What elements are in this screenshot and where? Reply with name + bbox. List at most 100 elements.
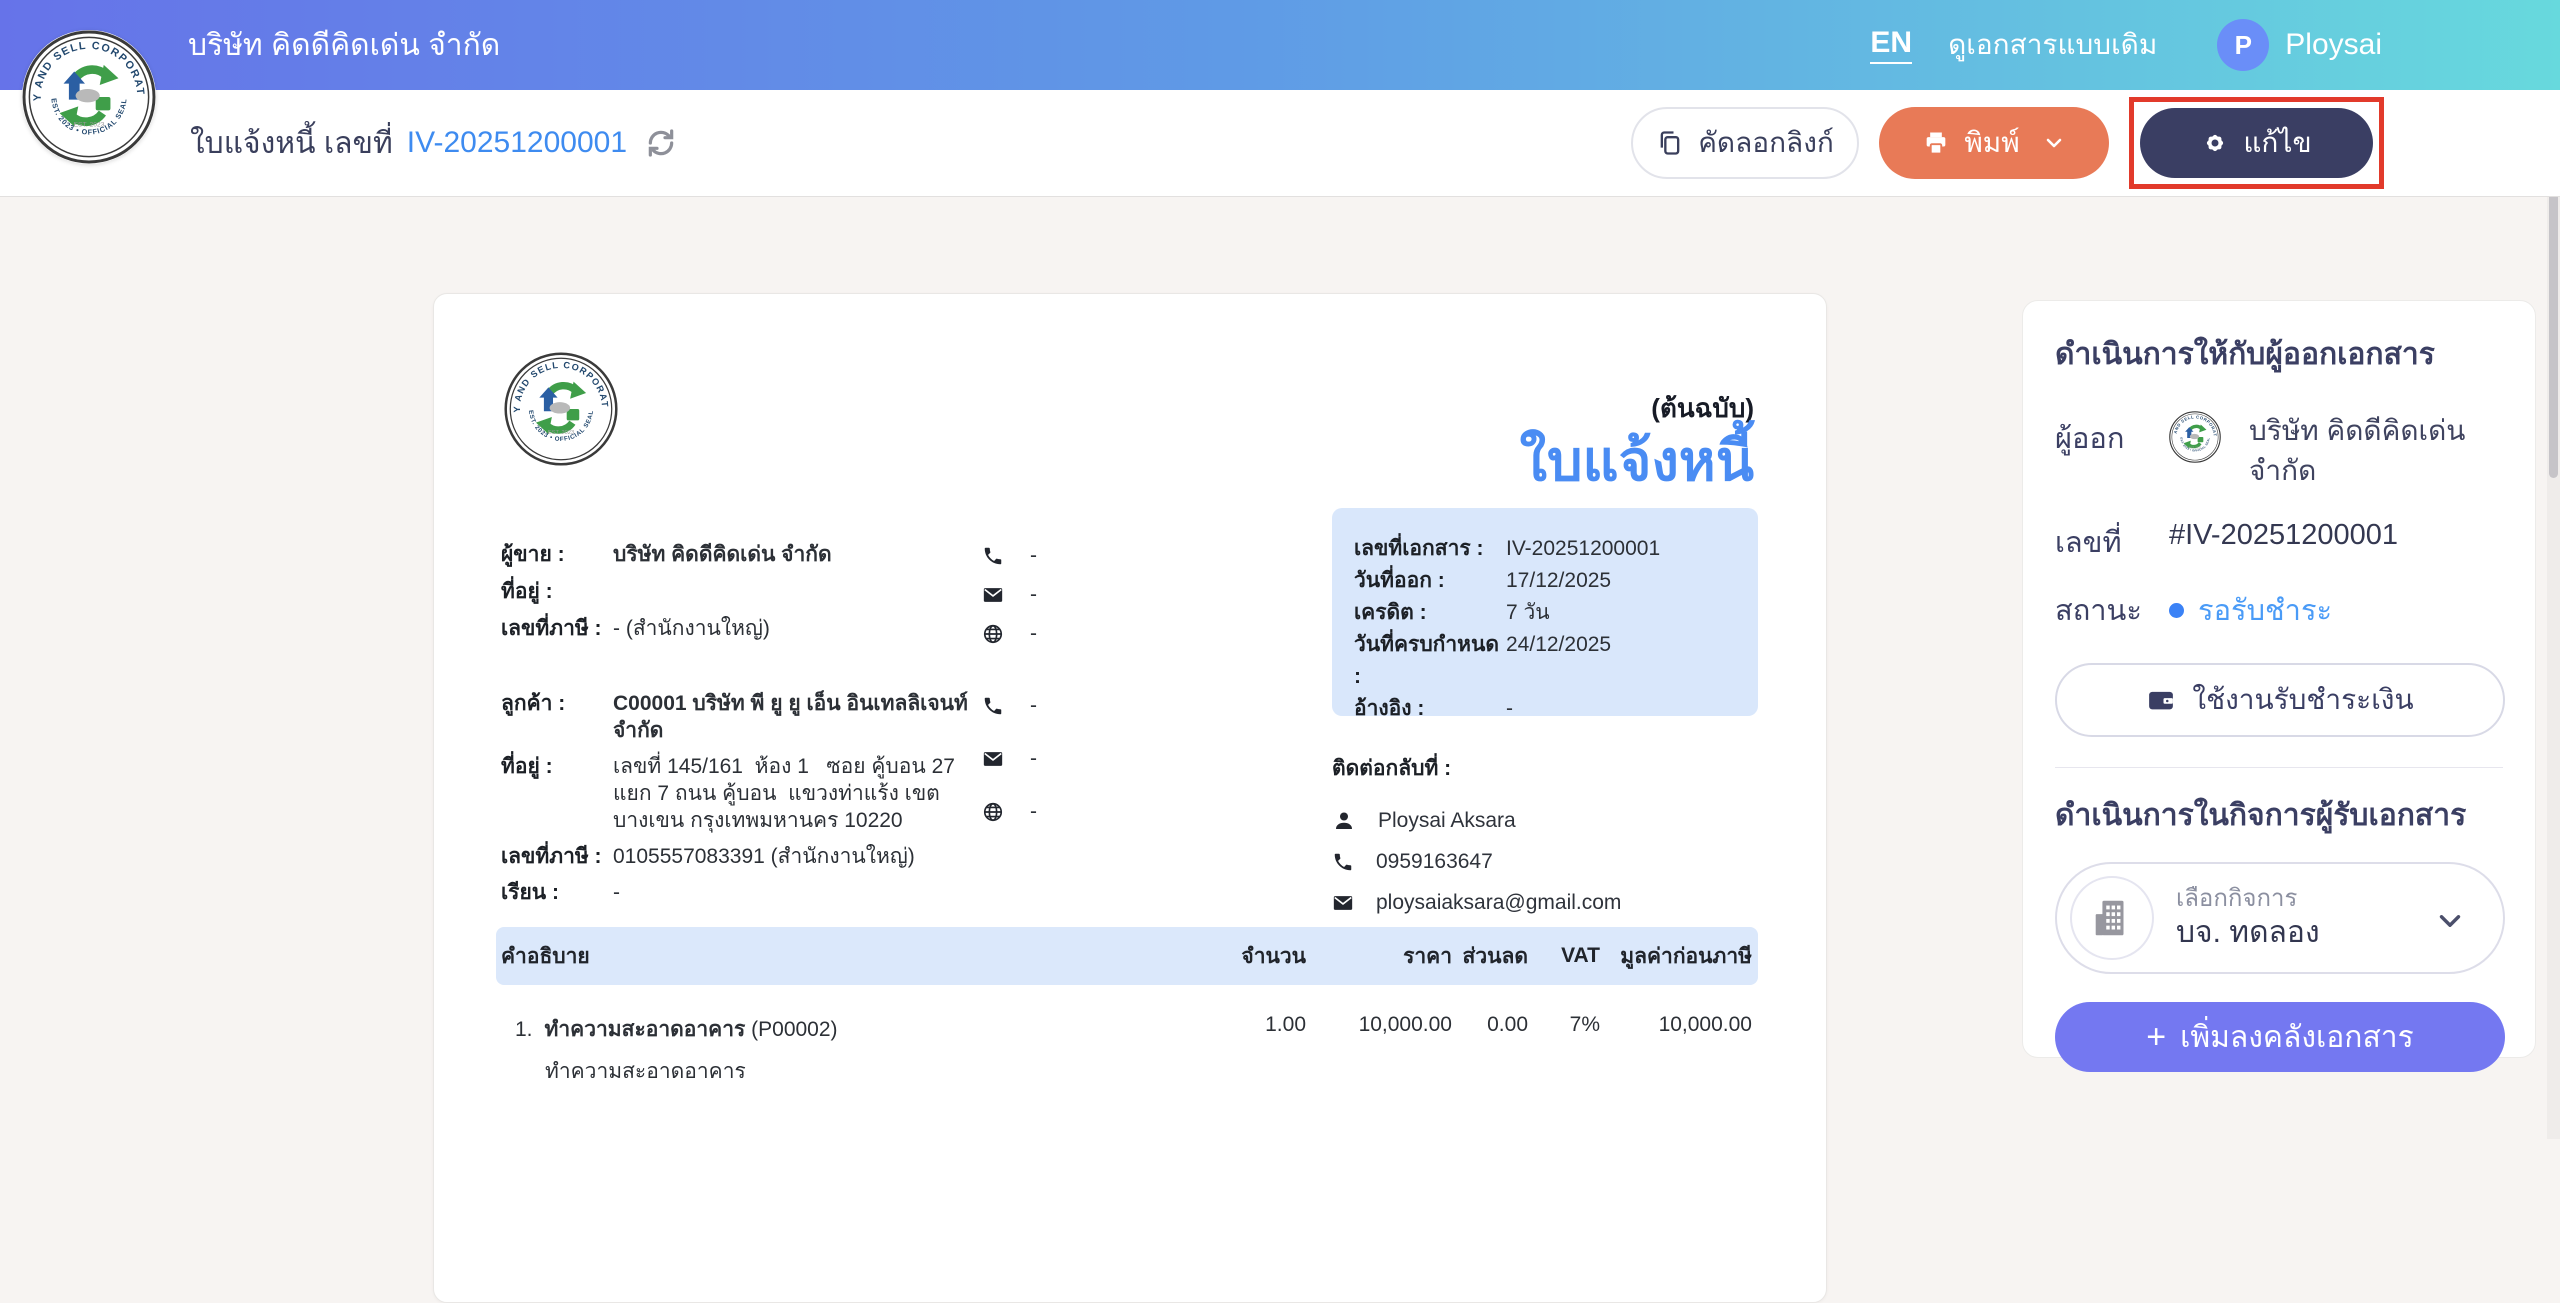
refresh-icon[interactable] xyxy=(645,127,677,159)
business-select-value: บจ. ทดลอง xyxy=(2176,914,2320,952)
status-row: สถานะ รอรับชำระ xyxy=(2055,583,2503,633)
credit-value: 7 วัน xyxy=(1506,597,1550,629)
avatar[interactable]: P xyxy=(2217,19,2269,71)
highlight-box: แก้ไข xyxy=(2129,97,2384,189)
edit-button[interactable]: แก้ไข xyxy=(2140,108,2373,178)
contact-back-heading: ติดต่อกลับที่ : xyxy=(1332,752,1621,785)
item-discount: 0.00 xyxy=(1452,1013,1528,1037)
customer-contact-column: - - - xyxy=(982,694,1037,853)
printer-icon xyxy=(1922,129,1950,157)
customer-block: ลูกค้า : C00001 บริษัท พี ยู ยู เอ็น อิน… xyxy=(501,690,971,915)
edit-label: แก้ไข xyxy=(2243,121,2311,165)
item-quantity: 1.00 xyxy=(1160,1013,1306,1037)
item-description: ทำความสะอาดอาคาร xyxy=(501,1055,1160,1088)
person-icon xyxy=(1332,809,1356,833)
issuer-row: ผู้ออก บริษัท คิดดีคิดเด่น จำกัด xyxy=(2055,411,2503,491)
issue-date-label: วันที่ออก : xyxy=(1354,565,1506,597)
seller-block: ผู้ขาย : บริษัท คิดดีคิดเด่น จำกัด ที่อย… xyxy=(501,541,971,652)
invoice-title: ใบแจ้งหนี้ xyxy=(1520,416,1754,505)
seller-email: - xyxy=(1030,583,1037,607)
due-date-value: 24/12/2025 xyxy=(1506,629,1611,693)
number-label: เลขที่ xyxy=(2055,515,2169,565)
contact-back-block: ติดต่อกลับที่ : Ploysai Aksara 095916364… xyxy=(1332,752,1621,932)
print-label: พิมพ์ xyxy=(1964,121,2019,165)
document-type-label: ใบแจ้งหนี้ เลขที่ xyxy=(190,120,393,167)
company-logo xyxy=(22,30,156,164)
item-code: (P00002) xyxy=(751,1018,837,1041)
print-dropdown-chevron-icon[interactable] xyxy=(2042,131,2066,155)
col-discount: ส่วนลด xyxy=(1452,940,1528,973)
customer-tax-id: 0105557083391 (สำนักงานใหญ่) xyxy=(613,843,971,870)
status-text: รอรับชำระ xyxy=(2198,587,2332,633)
item-price: 10,000.00 xyxy=(1306,1013,1452,1037)
app-header: บริษัท คิดดีคิดเด่น จำกัด EN ดูเอกสารแบบ… xyxy=(0,0,2560,90)
seller-phone: - xyxy=(1030,544,1037,568)
table-header-row: คำอธิบาย จำนวน ราคา ส่วนลด VAT มูลค่าก่อ… xyxy=(496,927,1758,985)
business-select-texts: เลือกกิจการ บจ. ทดลอง xyxy=(2176,884,2320,952)
issuer-logo xyxy=(2169,411,2221,463)
invoice-seller-logo xyxy=(504,352,618,466)
seller-label: ผู้ขาย : xyxy=(501,541,613,568)
envelope-icon xyxy=(982,584,1004,606)
customer-phone: - xyxy=(1030,694,1037,718)
customer-email: - xyxy=(1030,747,1037,771)
use-payment-label: ใช้งานรับชำระเงิน xyxy=(2192,678,2413,722)
col-price: ราคา xyxy=(1306,940,1452,973)
contact-phone: 0959163647 xyxy=(1376,850,1493,874)
header-company-name: บริษัท คิดดีคิดเด่น จำกัด xyxy=(188,0,500,90)
receiver-section-heading: ดำเนินการในกิจการผู้รับเอกสาร xyxy=(2055,796,2503,836)
status-label: สถานะ xyxy=(2055,583,2169,633)
line-items-table: คำอธิบาย จำนวน ราคา ส่วนลด VAT มูลค่าก่อ… xyxy=(496,927,1758,1088)
customer-address-label: ที่อยู่ : xyxy=(501,753,613,834)
item-vat: 7% xyxy=(1528,1013,1600,1037)
seller-address-label: ที่อยู่ : xyxy=(501,578,613,605)
copy-link-button[interactable]: คัดลอกลิงก์ xyxy=(1631,107,1859,179)
user-menu[interactable]: P Ploysai xyxy=(2217,19,2382,71)
contact-person-name: Ploysai Aksara xyxy=(1378,809,1516,833)
col-amount: มูลค่าก่อนภาษี xyxy=(1600,940,1752,973)
view-original-link[interactable]: ดูเอกสารแบบเดิม xyxy=(1948,23,2157,67)
business-select[interactable]: เลือกกิจการ บจ. ทดลอง xyxy=(2055,862,2505,974)
issuer-name: บริษัท คิดดีคิดเด่น จำกัด xyxy=(2249,411,2499,491)
status-badge[interactable]: รอรับชำระ xyxy=(2169,583,2332,633)
customer-tax-id-label: เลขที่ภาษี : xyxy=(501,843,613,870)
use-payment-button[interactable]: ใช้งานรับชำระเงิน xyxy=(2055,663,2505,737)
credit-label: เครดิต : xyxy=(1354,597,1506,629)
document-toolbar: ใบแจ้งหนี้ เลขที่ IV-20251200001 คัดลอกล… xyxy=(0,90,2560,197)
actions-sidebar: ดำเนินการให้กับผู้ออกเอกสาร ผู้ออก บริษั… xyxy=(2022,300,2536,1058)
customer-name: C00001 บริษัท พี ยู ยู เอ็น อินเทลลิเจนท… xyxy=(613,690,971,744)
copy-link-label: คัดลอกลิงก์ xyxy=(1698,121,1834,165)
language-toggle[interactable]: EN xyxy=(1870,26,1912,64)
issue-date-value: 17/12/2025 xyxy=(1506,565,1611,597)
invoice-document: (ต้นฉบับ) ใบแจ้งหนี้ ผู้ขาย : บริษัท คิด… xyxy=(433,293,1827,1303)
sidebar-doc-number: #IV-20251200001 xyxy=(2169,515,2398,552)
due-date-label: วันที่ครบกำหนด : xyxy=(1354,629,1506,693)
attention-label: เรียน : xyxy=(501,879,613,906)
seller-website: - xyxy=(1030,622,1037,646)
issuer-section-heading: ดำเนินการให้กับผู้ออกเอกสาร xyxy=(2055,335,2503,375)
copy-icon xyxy=(1656,129,1684,157)
building-icon xyxy=(2070,876,2154,960)
add-to-document-vault-button[interactable]: + เพิ่มลงคลังเอกสาร xyxy=(2055,1002,2505,1072)
sidebar-divider xyxy=(2055,767,2503,768)
customer-label: ลูกค้า : xyxy=(501,690,613,744)
col-quantity: จำนวน xyxy=(1160,940,1306,973)
customer-address: เลขที่ 145/161 ห้อง 1 ซอย คู้บอน 27 แยก … xyxy=(613,753,971,834)
scrollbar-track[interactable] xyxy=(2547,90,2560,1139)
document-number-link[interactable]: IV-20251200001 xyxy=(407,126,627,160)
seller-name: บริษัท คิดดีคิดเด่น จำกัด xyxy=(613,541,971,568)
envelope-icon xyxy=(1332,892,1354,914)
toolbar-actions: คัดลอกลิงก์ พิมพ์ xyxy=(1631,90,2384,196)
globe-icon xyxy=(982,623,1004,645)
status-dot-icon xyxy=(2169,603,2184,618)
chevron-down-icon[interactable] xyxy=(2433,904,2467,943)
phone-icon xyxy=(982,545,1004,567)
reference-value: - xyxy=(1506,693,1513,725)
attention-value: - xyxy=(613,879,971,906)
phone-icon xyxy=(1332,851,1354,873)
print-button[interactable]: พิมพ์ xyxy=(1879,107,2109,179)
doc-number-value: IV-20251200001 xyxy=(1506,533,1660,565)
plus-icon: + xyxy=(2146,1018,2166,1057)
seller-contact-column: - - - xyxy=(982,544,1037,661)
document-info-box: เลขที่เอกสาร : IV-20251200001 วันที่ออก … xyxy=(1332,508,1758,716)
